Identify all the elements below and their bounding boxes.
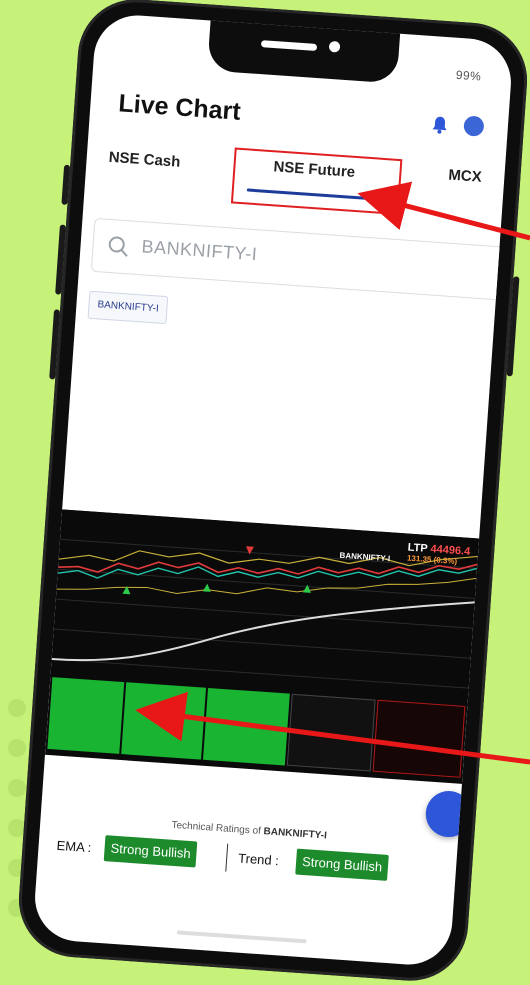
tab-mcx[interactable]: MCX [448,166,482,185]
phone-mockup: 99% Live Chart NSE Cash NSE Future MCX B… [15,0,530,985]
signal-panel-1 [47,677,125,754]
search-input[interactable]: BANKNIFTY-I [141,236,258,265]
signal-panel-3 [203,687,290,766]
page-title: Live Chart [117,89,242,126]
live-chart[interactable]: BANKNIFTY-I LTP 44496.4 131.35 (0.3%) [44,509,480,784]
exchange-tabs: NSE Cash NSE Future MCX [106,147,495,226]
search-icon [108,236,128,257]
signal-panel-5 [372,699,466,778]
highlight-box [230,147,403,216]
ltp-readout: LTP 44496.4 131.35 (0.3%) [407,542,471,567]
tab-nse-cash[interactable]: NSE Cash [108,149,181,171]
home-indicator [176,930,307,944]
ema-label: EMA : [56,837,92,856]
search-bar[interactable]: BANKNIFTY-I [90,217,504,301]
symbol-chip[interactable]: BANKNIFTY-I [87,290,169,325]
price-chart [50,509,480,707]
app-screen: 99% Live Chart NSE Cash NSE Future MCX B… [32,12,514,968]
battery-label: 99% [455,67,482,84]
signal-panel-4 [286,693,376,772]
signal-panel-2 [121,682,207,760]
ratings-caption-symbol: BANKNIFTY-I [263,826,328,842]
ratings-divider [225,843,229,872]
ratings-caption-prefix: Technical Ratings of [171,819,262,837]
ema-badge: Strong Bullish [103,835,198,868]
bell-icon[interactable] [431,115,448,134]
status-bar: 99% [455,68,481,84]
trend-label: Trend : [237,850,280,869]
trend-badge: Strong Bullish [295,848,390,881]
